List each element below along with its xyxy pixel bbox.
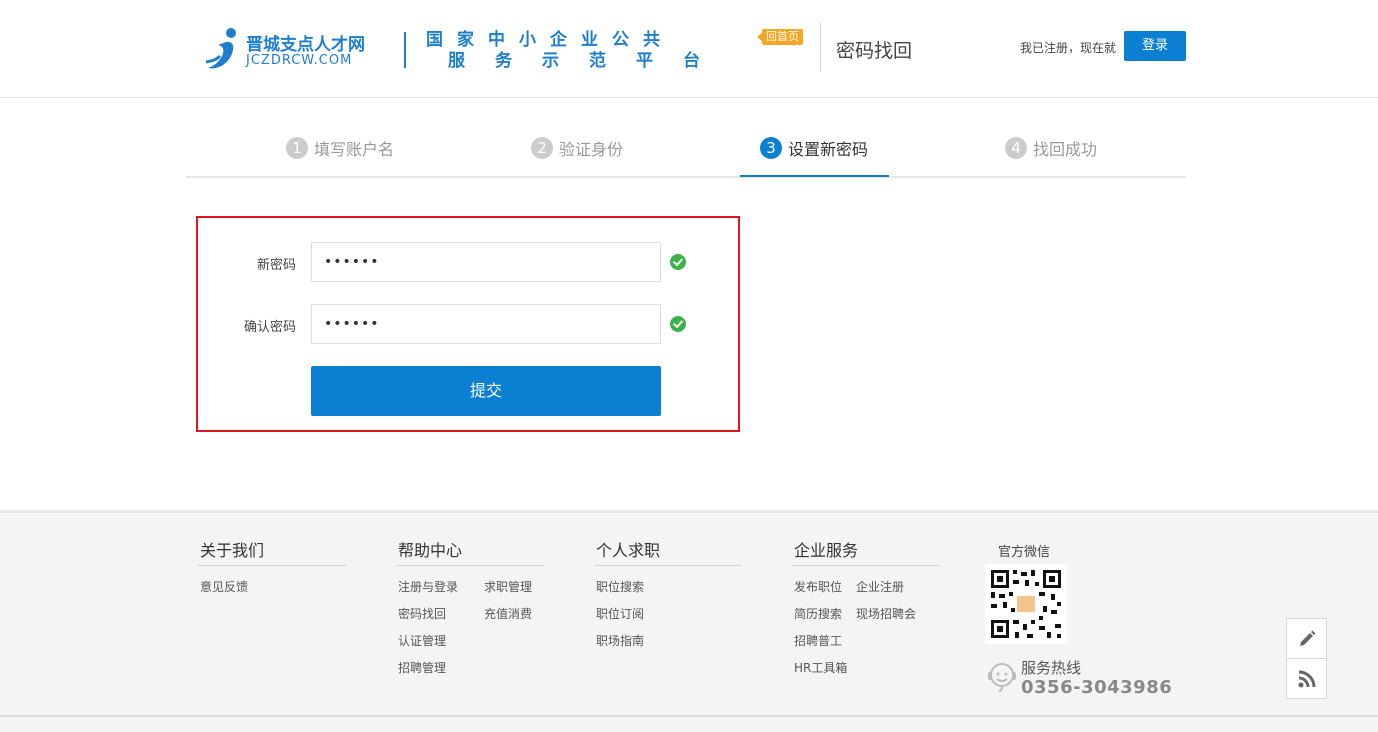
page-title: 密码找回: [836, 40, 913, 62]
step-2-number: 2: [531, 137, 553, 159]
active-step-underline: [740, 175, 889, 177]
confirm-password-label: 确认密码: [243, 320, 296, 335]
header-divider: [820, 22, 821, 72]
footer-col-jobseeker: 个人求职 职位搜索 职位订阅 职场指南: [594, 537, 742, 648]
rss-tool-button[interactable]: [1286, 658, 1327, 699]
headset-icon: [988, 663, 1016, 692]
qr-code-icon: [985, 564, 1067, 644]
feedback-tool-button[interactable]: [1286, 618, 1327, 659]
footer-col-title: 个人求职: [594, 537, 742, 566]
new-password-input[interactable]: ••••••: [311, 242, 661, 282]
footer-link[interactable]: 职场指南: [596, 632, 644, 649]
hotline-label: 服务热线: [1021, 659, 1082, 677]
login-tip-text: 我已注册，现在就: [1020, 41, 1117, 55]
hotline-number: 0356-3043986: [1021, 677, 1173, 698]
footer-link[interactable]: 注册与登录: [398, 578, 458, 595]
step-4-label: 找回成功: [1033, 140, 1098, 159]
footer-col-help: 帮助中心 注册与登录 求职管理 密码找回 充值消费 认证管理 招聘管理: [396, 537, 544, 675]
footer-col-about: 关于我们 意见反馈: [198, 537, 346, 594]
footer-link[interactable]: 简历搜索: [794, 605, 842, 622]
logo-mark-icon: [205, 28, 236, 69]
new-password-label: 新密码: [256, 258, 296, 273]
step-1-label: 填写账户名: [314, 140, 395, 159]
step-1: 1 填写账户名: [286, 136, 394, 176]
logo-en-text: JCZDRCW.COM: [246, 53, 353, 68]
footer-link[interactable]: 现场招聘会: [856, 605, 916, 622]
home-badge-link[interactable]: 回首页: [757, 29, 803, 45]
step-3: 3 设置新密码: [760, 136, 868, 176]
step-2-label: 验证身份: [559, 140, 624, 159]
site-footer: 关于我们 意见反馈 帮助中心 注册与登录 求职管理 密码找回 充值消费 认证管理…: [0, 510, 1378, 732]
logo-divider: [404, 32, 406, 68]
step-4: 4 找回成功: [1005, 136, 1097, 176]
footer-link[interactable]: 认证管理: [398, 632, 446, 649]
site-logo[interactable]: 晋城支点人才网 JCZDRCW.COM: [204, 24, 394, 74]
footer-link[interactable]: 求职管理: [484, 578, 532, 595]
footer-bottom-divider: [0, 715, 1378, 717]
footer-link[interactable]: 职位搜索: [596, 578, 644, 595]
step-3-number: 3: [760, 137, 782, 159]
footer-link[interactable]: 企业注册: [856, 578, 904, 595]
footer-link[interactable]: 招聘管理: [398, 659, 446, 676]
logo-cn-text: 晋城支点人才网: [246, 35, 365, 55]
footer-col-enterprise: 企业服务 发布职位 企业注册 简历搜索 现场招聘会 招聘普工 HR工具箱: [792, 537, 940, 675]
footer-link[interactable]: HR工具箱: [794, 659, 847, 676]
footer-link[interactable]: 职位订阅: [596, 605, 644, 622]
slogan: 国家中小企业公共 服务示范平台: [426, 30, 738, 72]
footer-col-title: 企业服务: [792, 537, 940, 566]
step-2: 2 验证身份: [531, 136, 623, 176]
login-button[interactable]: 登录: [1124, 31, 1186, 61]
wechat-title: 官方微信: [998, 545, 1051, 560]
step-4-number: 4: [1005, 137, 1027, 159]
footer-link[interactable]: 密码找回: [398, 605, 446, 622]
pencil-icon: [1300, 630, 1316, 646]
step-1-number: 1: [286, 137, 308, 159]
step-3-label: 设置新密码: [788, 140, 869, 159]
check-circle-icon: [670, 316, 686, 332]
footer-link[interactable]: 招聘普工: [794, 632, 842, 649]
slogan-line-1: 国家中小企业公共: [426, 30, 674, 50]
footer-link[interactable]: 发布职位: [794, 578, 842, 595]
footer-link[interactable]: 意见反馈: [200, 578, 248, 595]
check-circle-icon: [670, 254, 686, 270]
footer-link[interactable]: 充值消费: [484, 605, 532, 622]
slogan-line-2: 服务示范平台: [448, 51, 730, 71]
rss-icon: [1298, 670, 1316, 688]
site-header: 晋城支点人才网 JCZDRCW.COM 国家中小企业公共 服务示范平台 回首页 …: [0, 0, 1378, 98]
confirm-password-input[interactable]: ••••••: [311, 304, 661, 344]
submit-button[interactable]: 提交: [311, 366, 661, 416]
footer-col-title: 关于我们: [198, 537, 346, 566]
step-progress: 1 填写账户名 2 验证身份 3 设置新密码 4 找回成功: [186, 128, 1186, 178]
footer-col-title: 帮助中心: [396, 537, 544, 566]
